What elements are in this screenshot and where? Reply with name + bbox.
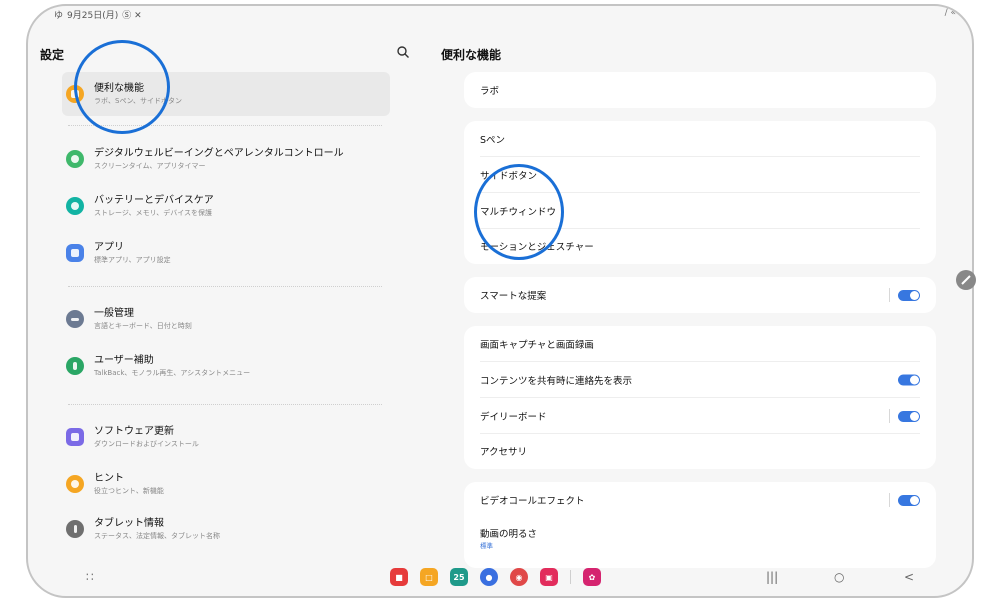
status-right: ∕ «	[944, 8, 956, 18]
toggle-wrap	[889, 493, 920, 507]
share-contacts-toggle[interactable]	[898, 374, 920, 386]
toggle-separator	[889, 409, 890, 423]
info-icon	[66, 520, 84, 538]
app-chrome-icon[interactable]: ◉	[510, 568, 528, 586]
toggle-separator	[889, 493, 890, 507]
pen-icon	[961, 275, 971, 285]
search-icon	[397, 46, 409, 58]
daily-board-toggle[interactable]	[898, 410, 920, 422]
card-video: ビデオコールエフェクト 動画の明るさ 標準	[464, 482, 936, 568]
smart-suggestions-row[interactable]: スマートな提案	[480, 277, 920, 313]
app-red-icon[interactable]: ■	[390, 568, 408, 586]
bottom-dock: ∷ ■ □ 25 ● ◉ ▣ ✿ ||| ○ <	[28, 562, 972, 596]
sidebar-item-subtitle: 言語とキーボード、日付と時刻	[94, 322, 192, 330]
accessories-row[interactable]: アクセサリ	[480, 433, 920, 469]
labs-row[interactable]: ラボ	[480, 72, 920, 108]
s-pen-row[interactable]: Sペン	[480, 121, 920, 157]
toggle-wrap	[898, 374, 920, 386]
row-label: 動画の明るさ	[480, 529, 538, 540]
card-capture: 画面キャプチャと画面録画 コンテンツを共有時に連絡先を表示 デイリーボード アク…	[464, 326, 936, 469]
sidebar-item-subtitle: ストレージ、メモリ、デバイスを保護	[94, 209, 213, 217]
row-label: デイリーボード	[480, 412, 547, 423]
sidebar-item-subtitle: 標準アプリ、アプリ設定	[94, 256, 171, 264]
annotation-circle	[74, 40, 170, 134]
sidebar-item-subtitle: 役立つヒント、新機能	[94, 487, 164, 495]
detail-title: 便利な機能	[441, 48, 502, 62]
sidebar-item-subtitle: ステータス、法定情報、タブレット名称	[94, 532, 220, 540]
dock-separator	[570, 570, 571, 584]
smart-suggestions-toggle[interactable]	[898, 289, 920, 301]
row-label: アクセサリ	[480, 447, 528, 458]
wellbeing-icon	[66, 150, 84, 168]
divider	[68, 286, 382, 287]
status-prefix: ゆ	[54, 11, 64, 21]
sidebar-item-accessibility[interactable]: ユーザー補助 TalkBack、モノラル再生、アシスタントメニュー	[62, 344, 390, 388]
app-messages-icon[interactable]: ●	[480, 568, 498, 586]
app-files-icon[interactable]: □	[420, 568, 438, 586]
sidebar-item-title: ヒント	[94, 473, 124, 484]
row-sublabel: 標準	[480, 542, 493, 550]
sidebar-item-general-management[interactable]: 一般管理 言語とキーボード、日付と時刻	[62, 297, 390, 341]
lightbulb-icon	[66, 475, 84, 493]
status-bar: ゆ 9月25日(月) Ⓢ ✕ ∕ «	[28, 6, 972, 24]
sidebar-item-wellbeing[interactable]: デジタルウェルビーイングとペアレンタルコントロール スクリーンタイム、アプリタイ…	[62, 137, 390, 181]
row-label: Sペン	[480, 135, 506, 146]
sidebar-item-title: ユーザー補助	[94, 355, 154, 366]
search-button[interactable]	[396, 44, 414, 62]
share-contacts-row[interactable]: コンテンツを共有時に連絡先を表示	[480, 362, 920, 398]
sidebar-item-apps[interactable]: アプリ 標準アプリ、アプリ設定	[62, 231, 390, 275]
row-label: 画面キャプチャと画面録画	[480, 340, 594, 351]
sidebar-item-title: バッテリーとデバイスケア	[94, 195, 214, 206]
card-suggestions: スマートな提案	[464, 277, 936, 313]
recent-apps-button[interactable]: |||	[766, 570, 778, 584]
row-label: コンテンツを共有時に連絡先を表示	[480, 376, 633, 387]
video-brightness-row[interactable]: 動画の明るさ 標準	[480, 520, 920, 556]
sidebar-item-title: ソフトウェア更新	[94, 426, 174, 437]
toggle-separator	[889, 288, 890, 302]
dock-apps: ■ □ 25 ● ◉ ▣ ✿	[390, 568, 601, 586]
sidebar-item-software-update[interactable]: ソフトウェア更新 ダウンロードおよびインストール	[62, 415, 390, 459]
row-label: ビデオコールエフェクト	[480, 496, 585, 507]
app-drawer-button[interactable]: ∷	[86, 570, 94, 584]
sidebar-item-title: タブレット情報	[94, 518, 164, 529]
status-date: 9月25日(月)	[67, 11, 119, 21]
card-labs: ラボ	[464, 72, 936, 108]
update-icon	[66, 428, 84, 446]
annotation-circle	[474, 164, 564, 260]
settings-title: 設定	[40, 48, 65, 62]
edge-panel-handle[interactable]	[956, 270, 976, 290]
status-icons: Ⓢ ✕	[122, 11, 142, 21]
app-camera-icon[interactable]: ▣	[540, 568, 558, 586]
toggle-wrap	[889, 409, 920, 423]
app-calendar-icon[interactable]: 25	[450, 568, 468, 586]
toggle-wrap	[889, 288, 920, 302]
row-label: ラボ	[480, 86, 500, 97]
divider	[68, 404, 382, 405]
sidebar-item-subtitle: TalkBack、モノラル再生、アシスタントメニュー	[94, 369, 251, 377]
home-button[interactable]: ○	[834, 570, 844, 584]
row-label: スマートな提案	[480, 291, 547, 302]
sidebar-item-title: デジタルウェルビーイングとペアレンタルコントロール	[94, 148, 344, 159]
sliders-icon	[66, 310, 84, 328]
sidebar-item-tablet-info[interactable]: タブレット情報 ステータス、法定情報、タブレット名称	[62, 507, 390, 551]
daily-board-row[interactable]: デイリーボード	[480, 398, 920, 434]
accessibility-icon	[66, 357, 84, 375]
video-call-effects-row[interactable]: ビデオコールエフェクト	[480, 482, 920, 518]
status-left: ゆ 9月25日(月) Ⓢ ✕	[54, 8, 142, 21]
back-button[interactable]: <	[904, 570, 914, 584]
sidebar-item-title: 一般管理	[94, 308, 134, 319]
app-flower-icon[interactable]: ✿	[583, 568, 601, 586]
sidebar-item-subtitle: スクリーンタイム、アプリタイマー	[94, 162, 206, 170]
screenshot-recording-row[interactable]: 画面キャプチャと画面録画	[480, 326, 920, 362]
sidebar-item-subtitle: ダウンロードおよびインストール	[94, 440, 199, 448]
battery-icon	[66, 197, 84, 215]
video-call-effects-toggle[interactable]	[898, 494, 920, 506]
sidebar-item-title: アプリ	[94, 242, 124, 253]
sidebar-item-tips[interactable]: ヒント 役立つヒント、新機能	[62, 462, 390, 506]
tablet-frame: ゆ 9月25日(月) Ⓢ ✕ ∕ « 設定 便利な機能 ラボ、Sペン、サイドボタ…	[26, 4, 974, 598]
apps-icon	[66, 244, 84, 262]
sidebar-item-battery[interactable]: バッテリーとデバイスケア ストレージ、メモリ、デバイスを保護	[62, 184, 390, 228]
